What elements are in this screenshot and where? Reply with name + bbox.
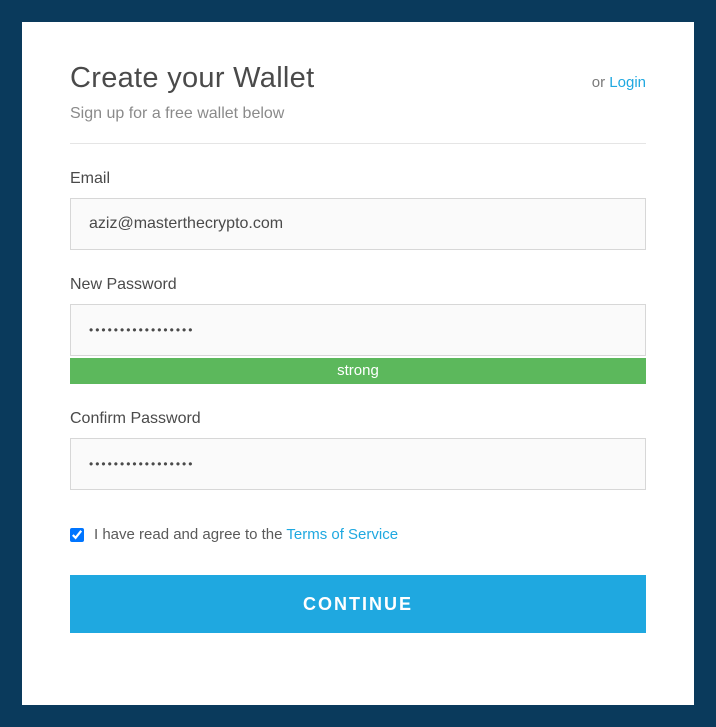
email-group: Email [70, 170, 646, 250]
new-password-label: New Password [70, 276, 646, 294]
email-label: Email [70, 170, 646, 188]
or-text: or [592, 74, 610, 91]
continue-button[interactable]: CONTINUE [70, 575, 646, 633]
new-password-group: New Password strong [70, 276, 646, 384]
tos-prefix: I have read and agree to the [94, 526, 286, 543]
header-row: Create your Wallet or Login [70, 62, 646, 95]
login-prompt: or Login [592, 74, 646, 91]
tos-row: I have read and agree to the Terms of Se… [70, 526, 646, 543]
tos-checkbox[interactable] [70, 528, 84, 542]
confirm-password-field[interactable] [70, 438, 646, 490]
confirm-password-group: Confirm Password [70, 410, 646, 490]
page-title: Create your Wallet [70, 62, 314, 95]
password-strength-bar: strong [70, 358, 646, 384]
signup-card: Create your Wallet or Login Sign up for … [22, 22, 694, 705]
page-subtitle: Sign up for a free wallet below [70, 105, 646, 123]
login-link[interactable]: Login [609, 74, 646, 91]
confirm-password-label: Confirm Password [70, 410, 646, 428]
new-password-field[interactable] [70, 304, 646, 356]
divider [70, 143, 646, 144]
email-field[interactable] [70, 198, 646, 250]
tos-link[interactable]: Terms of Service [286, 526, 398, 543]
tos-text: I have read and agree to the Terms of Se… [94, 526, 398, 543]
